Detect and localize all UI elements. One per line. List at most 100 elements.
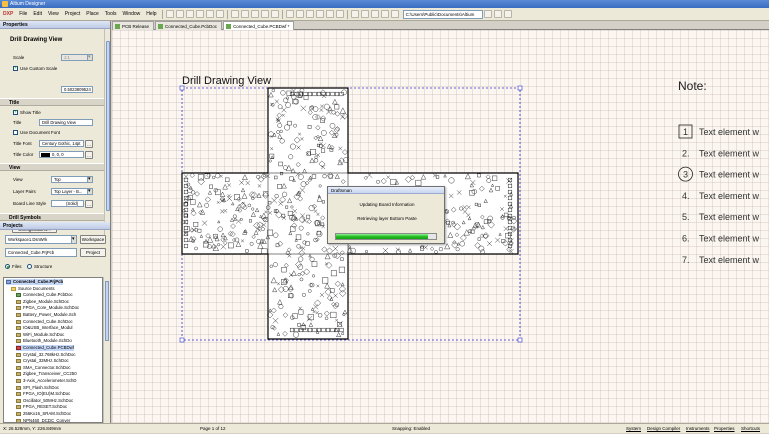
workspace-button[interactable]: Workspace bbox=[80, 235, 106, 244]
chevron-down-icon[interactable] bbox=[87, 189, 92, 194]
move-icon[interactable] bbox=[270, 10, 279, 18]
menu-place[interactable]: Place bbox=[83, 8, 102, 21]
menu-dxp[interactable]: DXP bbox=[0, 8, 16, 21]
custom-scale-field[interactable]: 0.5023809524 bbox=[61, 86, 93, 93]
selection-handle[interactable] bbox=[517, 85, 523, 91]
tree-item[interactable]: 3-Axis_Accelerometer.SchD bbox=[16, 378, 77, 384]
selection-handle[interactable] bbox=[179, 337, 185, 343]
forward-icon[interactable] bbox=[493, 10, 502, 18]
zoom-area-icon[interactable] bbox=[215, 10, 224, 18]
view-dropdown[interactable]: Top bbox=[51, 176, 93, 183]
document-path-field[interactable]: C:\Users\Public\Documents\Altium bbox=[402, 9, 483, 19]
note-item[interactable]: 2. Text element w bbox=[682, 148, 760, 158]
note-item[interactable]: 1 Text element w bbox=[678, 124, 760, 139]
tree-item[interactable]: Connected_Cube.SchDoc bbox=[16, 319, 73, 325]
tab-connected-cube-pcbdoc[interactable]: Connected_Cube.PcbDoc bbox=[155, 21, 223, 30]
selection-handle[interactable] bbox=[179, 85, 185, 91]
menu-view[interactable]: View bbox=[45, 8, 62, 21]
tree-item[interactable]: FPGA_IO(EU)M.SchDoc bbox=[16, 391, 70, 397]
board-line-ellipsis-button[interactable]: ... bbox=[85, 200, 93, 208]
title-section-header[interactable]: Title bbox=[0, 98, 104, 106]
cut-icon[interactable] bbox=[230, 10, 239, 18]
chevron-down-icon[interactable] bbox=[87, 177, 92, 182]
place-dimension-icon[interactable] bbox=[325, 10, 334, 18]
title-font-ellipsis-button[interactable]: ... bbox=[85, 140, 93, 148]
select-icon[interactable] bbox=[260, 10, 269, 18]
tree-item[interactable]: Oscillator_50MHz.SchDoc bbox=[16, 398, 73, 404]
tree-item[interactable]: Battery_Power_Module.Sch bbox=[16, 312, 76, 318]
menu-project[interactable]: Project bbox=[62, 8, 84, 21]
redo-icon[interactable] bbox=[295, 10, 304, 18]
menu-window[interactable]: Window bbox=[119, 8, 143, 21]
new-document-icon[interactable] bbox=[165, 10, 174, 18]
tree-item[interactable]: Crystal_32MHz.SchDoc bbox=[16, 358, 69, 364]
menu-help[interactable]: Help bbox=[143, 8, 159, 21]
tree-item[interactable]: Bluetooth_Module.SchDo bbox=[16, 338, 72, 344]
tree-item[interactable]: SMA_Connector.SchDoc bbox=[16, 365, 71, 371]
save-icon[interactable] bbox=[185, 10, 194, 18]
tree-item[interactable]: Connected_Cube.PrjPcb bbox=[6, 279, 64, 285]
back-icon[interactable] bbox=[483, 10, 492, 18]
tree-item[interactable]: FPGA_RESET.SchDoc bbox=[16, 404, 67, 410]
tab-connected-cube-pcbdwf[interactable]: Connected_Cube.PCBDwf * bbox=[223, 21, 295, 30]
zoom-fit-icon[interactable] bbox=[205, 10, 214, 18]
tree-item[interactable]: WiFi_Module.SchDoc bbox=[16, 332, 64, 338]
note-item[interactable]: 4. Text element w bbox=[682, 191, 760, 201]
tree-item[interactable]: 256Kx16_SRAM.SchDoc bbox=[16, 411, 71, 417]
structure-radio[interactable] bbox=[27, 264, 32, 269]
place-region-icon[interactable] bbox=[370, 10, 379, 18]
tree-item[interactable]: SPI_Flash.SchDoc bbox=[16, 385, 59, 391]
properties-scrollbar-thumb[interactable] bbox=[106, 41, 110, 211]
place-image-icon[interactable] bbox=[390, 10, 399, 18]
view-section-header[interactable]: View bbox=[0, 163, 104, 171]
open-folder-icon[interactable] bbox=[175, 10, 184, 18]
tree-item[interactable]: FPGA_Core_Module.SchDoc bbox=[16, 305, 79, 311]
tree-item[interactable]: Crystal_32.768kHz.SchDoc bbox=[16, 352, 76, 358]
place-table-icon[interactable] bbox=[315, 10, 324, 18]
title-color-field[interactable]: 0, 0, 0 bbox=[39, 151, 84, 158]
tree-item[interactable]: Connected_Cube.PcbDoc bbox=[16, 292, 73, 298]
home-icon[interactable] bbox=[503, 10, 512, 18]
tree-item[interactable]: IO&USB_Interface_Modul bbox=[16, 325, 72, 331]
note-item[interactable]: 6. Text element w bbox=[682, 234, 760, 244]
print-icon[interactable] bbox=[195, 10, 204, 18]
projects-scrollbar[interactable] bbox=[103, 277, 109, 423]
use-custom-scale-checkbox[interactable] bbox=[13, 65, 18, 71]
title-font-field[interactable]: Century Gothic, 14pt bbox=[39, 140, 84, 147]
title-field[interactable]: Drill Drawing View bbox=[39, 119, 93, 126]
scale-dropdown[interactable]: 1:1 bbox=[61, 54, 93, 61]
place-view-icon[interactable] bbox=[305, 10, 314, 18]
place-arc-icon[interactable] bbox=[380, 10, 389, 18]
tree-item[interactable]: Source Documents bbox=[11, 286, 55, 292]
chevron-down-icon[interactable] bbox=[71, 236, 76, 243]
use-document-font-checkbox[interactable] bbox=[13, 130, 18, 135]
tree-item[interactable]: Zigbee_Transceiver_CC250 bbox=[16, 371, 77, 377]
layer-pairs-dropdown[interactable]: Top Layer - B... bbox=[51, 188, 93, 195]
board-line-style-field[interactable]: (Solid) bbox=[51, 200, 84, 207]
workspace-dropdown[interactable]: Workspace1.DsnWrk bbox=[5, 235, 77, 244]
paste-icon[interactable] bbox=[250, 10, 259, 18]
chevron-down-icon[interactable] bbox=[87, 55, 92, 60]
menu-file[interactable]: File bbox=[16, 8, 30, 21]
place-line-icon[interactable] bbox=[350, 10, 359, 18]
title-color-ellipsis-button[interactable]: ... bbox=[85, 151, 93, 159]
project-button[interactable]: Project bbox=[80, 248, 106, 257]
show-title-checkbox[interactable] bbox=[13, 109, 18, 115]
selection-handle[interactable] bbox=[517, 337, 523, 343]
copy-icon[interactable] bbox=[240, 10, 249, 18]
drill-symbols-section-header[interactable]: Drill Symbols bbox=[0, 213, 104, 221]
files-radio[interactable] bbox=[5, 264, 10, 269]
menu-edit[interactable]: Edit bbox=[30, 8, 45, 21]
tab-pcb-release[interactable]: PCB Release bbox=[112, 21, 155, 30]
tree-item[interactable]: Zigbee_Module.SchDoc bbox=[16, 299, 69, 305]
place-text-icon[interactable] bbox=[360, 10, 369, 18]
project-field[interactable]: Connected_Cube.PrjPcb bbox=[5, 248, 77, 257]
tree-item[interactable]: Connected_Cube.PCBDwf bbox=[16, 345, 74, 351]
projects-scrollbar-thumb[interactable] bbox=[105, 281, 109, 341]
menu-tools[interactable]: Tools bbox=[102, 8, 120, 21]
note-item[interactable]: 3 Text element w bbox=[678, 166, 760, 182]
note-item[interactable]: 7. Text element w bbox=[682, 255, 760, 265]
undo-icon[interactable] bbox=[285, 10, 294, 18]
properties-scrollbar[interactable] bbox=[104, 29, 110, 239]
note-item[interactable]: 5. Text element w bbox=[682, 212, 760, 222]
